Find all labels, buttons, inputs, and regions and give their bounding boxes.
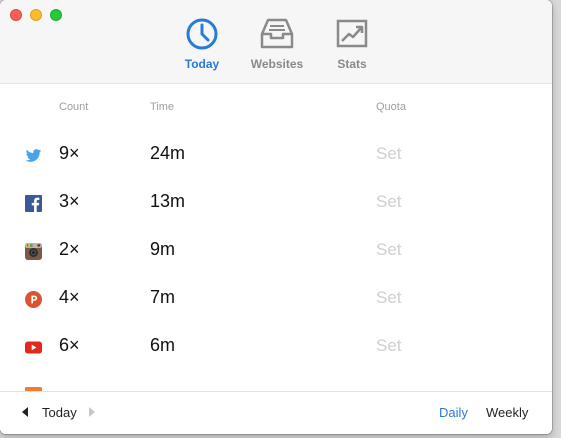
- tab-today[interactable]: Today: [162, 16, 242, 71]
- tab-websites-label: Websites: [250, 57, 304, 71]
- tab-stats-label: Stats: [337, 57, 367, 71]
- trend-chart-icon: [334, 16, 370, 52]
- row-time: 6m: [150, 335, 176, 355]
- row-count: 3×: [59, 191, 80, 211]
- tab-stats[interactable]: Stats: [312, 16, 392, 71]
- table-row: 6× 6m Set: [0, 324, 552, 372]
- window-close-button[interactable]: [10, 9, 22, 21]
- next-period-arrow-icon[interactable]: [89, 407, 95, 417]
- tab-today-label: Today: [184, 57, 220, 71]
- quota-column-header: Quota: [376, 101, 406, 113]
- daily-mode-button[interactable]: Daily: [439, 405, 468, 420]
- set-quota-button[interactable]: Set: [376, 288, 402, 308]
- row-time: 24m: [150, 143, 186, 163]
- app-window: Today Websites Stats Count Time Quota 9×…: [0, 0, 552, 434]
- row-count: 4×: [59, 287, 80, 307]
- weekly-mode-button[interactable]: Weekly: [486, 405, 528, 420]
- row-time: 13m: [150, 191, 186, 211]
- table-row: 9× 24m Set: [0, 132, 552, 180]
- previous-period-arrow-icon[interactable]: [22, 407, 28, 417]
- usage-table: Count Time Quota 9× 24m Set 3× 13m Set 2…: [0, 84, 552, 391]
- inbox-tray-icon: [259, 16, 295, 52]
- producthunt-icon: [25, 291, 42, 308]
- set-quota-button[interactable]: Set: [376, 240, 402, 260]
- time-column-header: Time: [150, 101, 175, 113]
- table-row-partial: [0, 372, 552, 391]
- youtube-icon: [25, 339, 42, 356]
- window-zoom-button[interactable]: [50, 9, 62, 21]
- table-row: 2× 9m Set: [0, 228, 552, 276]
- set-quota-button[interactable]: Set: [376, 336, 402, 356]
- row-count: 2×: [59, 239, 80, 259]
- facebook-icon: [25, 195, 42, 212]
- set-quota-button[interactable]: Set: [376, 192, 402, 212]
- toolbar: Today Websites Stats: [0, 0, 552, 84]
- set-quota-button[interactable]: Set: [376, 144, 402, 164]
- row-count: 9×: [59, 143, 80, 163]
- count-column-header: Count: [59, 101, 89, 113]
- window-minimize-button[interactable]: [30, 9, 42, 21]
- row-time: 9m: [150, 239, 176, 259]
- tab-websites[interactable]: Websites: [237, 16, 317, 71]
- table-row: 4× 7m Set: [0, 276, 552, 324]
- clock-icon: [184, 16, 220, 52]
- table-row: 3× 13m Set: [0, 180, 552, 228]
- period-label: Today: [42, 405, 77, 420]
- twitter-icon: [25, 147, 42, 164]
- footer-bar: Today Daily Weekly: [0, 391, 552, 434]
- instagram-icon: [25, 243, 42, 260]
- row-time: 7m: [150, 287, 176, 307]
- row-count: 6×: [59, 335, 80, 355]
